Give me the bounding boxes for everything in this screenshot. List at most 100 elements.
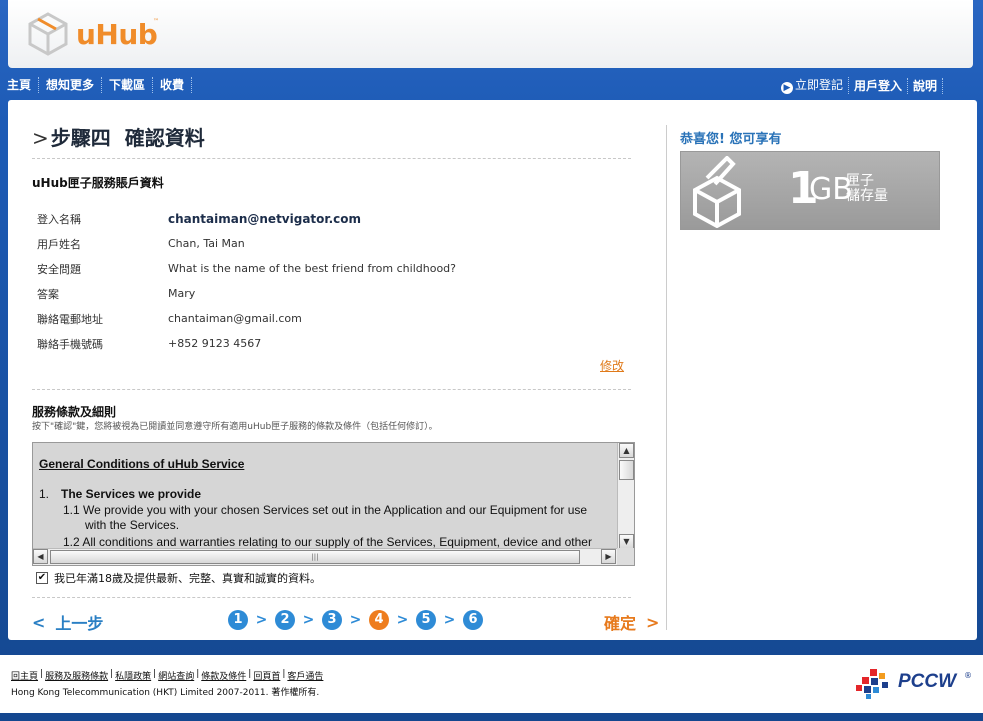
scrollbar-corner bbox=[617, 548, 634, 565]
separator: | bbox=[40, 669, 44, 679]
footer-link-enquiry[interactable]: 網站查詢 bbox=[158, 669, 194, 682]
storage-promo-banner: 1 GB 匣子 儲存量 bbox=[680, 151, 940, 230]
divider bbox=[32, 389, 631, 390]
pccw-registered-mark: ® bbox=[964, 671, 972, 680]
info-row-login: 登入名稱 chantaiman@netvigator.com bbox=[37, 206, 456, 231]
chevron-right-icon: > bbox=[646, 612, 660, 632]
terms-section-title: The Services we provide bbox=[61, 487, 202, 501]
step-2: 2 bbox=[275, 610, 295, 630]
info-row-email: 聯絡電郵地址 chantaiman@gmail.com bbox=[37, 306, 456, 331]
info-label: 聯絡手機號碼 bbox=[37, 337, 103, 351]
info-value: What is the name of the best friend from… bbox=[168, 262, 456, 275]
footer-link-privacy[interactable]: 私隱政策 bbox=[115, 669, 151, 682]
logo-trademark: ™ bbox=[153, 18, 159, 25]
top-nav: 主頁 想知更多 下載區 收費 ▶ 立即登記 用戶登入 說明 bbox=[0, 72, 983, 98]
separator: | bbox=[282, 669, 286, 679]
chevron-right-icon: > bbox=[443, 612, 456, 628]
footer-link-terms[interactable]: 條款及條件 bbox=[201, 669, 246, 682]
info-row-answer: 答案 Mary bbox=[37, 281, 456, 306]
divider bbox=[32, 158, 631, 159]
pccw-logo[interactable]: PCCW ® bbox=[856, 669, 976, 701]
age-checkbox[interactable]: ✔ bbox=[36, 572, 48, 584]
footer-link-services[interactable]: 服務及服務條款 bbox=[45, 669, 108, 682]
scroll-up-icon[interactable]: ▲ bbox=[619, 443, 634, 458]
terms-textarea[interactable]: General Conditions of uHub Service 1. The… bbox=[32, 442, 635, 566]
footer-link-home[interactable]: 回主頁 bbox=[11, 669, 38, 682]
previous-step-button[interactable]: < 上一步 bbox=[32, 610, 103, 634]
tos-heading: 服務條款及細則 bbox=[32, 405, 117, 419]
scroll-left-icon[interactable]: ◀ bbox=[33, 549, 48, 564]
step-4-current: 4 bbox=[369, 610, 389, 630]
nav-register-label: 立即登記 bbox=[794, 78, 843, 92]
footer-links: 回主頁 | 服務及服務條款 | 私隱政策 | 網站查詢 | 條款及條件 | 回頁首 | 客戶… bbox=[11, 669, 323, 682]
confirm-label: 確定 bbox=[604, 614, 637, 633]
divider bbox=[32, 597, 631, 598]
info-label: 安全問題 bbox=[37, 262, 81, 276]
nav-login[interactable]: 用戶登入 bbox=[849, 77, 908, 94]
account-section-heading: uHub匣子服務賬戶資料 bbox=[32, 176, 164, 190]
horizontal-scroll-thumb[interactable]: ||| bbox=[50, 550, 580, 564]
nav-help[interactable]: 說明 bbox=[908, 77, 943, 94]
terms-content: General Conditions of uHub Service 1. The… bbox=[33, 443, 616, 549]
previous-step-label: 上一步 bbox=[55, 614, 104, 633]
footer-link-notice[interactable]: 客戶通告 bbox=[287, 669, 323, 682]
promo-line-1: 匣子 bbox=[846, 173, 874, 189]
scroll-right-icon[interactable]: ▶ bbox=[601, 549, 616, 564]
terms-section-heading: 1. The Services we provide bbox=[39, 487, 610, 501]
separator: | bbox=[110, 669, 114, 679]
nav-downloads[interactable]: 下載區 bbox=[102, 77, 154, 93]
chevron-right-icon: > bbox=[302, 612, 315, 628]
step-1: 1 bbox=[228, 610, 248, 630]
info-label: 答案 bbox=[37, 287, 59, 301]
chevron-left-icon: < bbox=[32, 612, 46, 632]
separator: | bbox=[153, 669, 157, 679]
account-menu: ▶ 立即登記 用戶登入 說明 bbox=[776, 77, 943, 94]
nav-pricing[interactable]: 收費 bbox=[153, 77, 193, 93]
nav-home[interactable]: 主頁 bbox=[7, 77, 40, 93]
nav-learn-more[interactable]: 想知更多 bbox=[39, 77, 103, 93]
horizontal-scrollbar[interactable]: ◀ ||| ▶ bbox=[33, 548, 618, 565]
info-value: chantaiman@gmail.com bbox=[168, 312, 302, 325]
site-header: uHub ™ bbox=[8, 0, 973, 68]
info-value: Mary bbox=[168, 287, 196, 300]
footer-link-top[interactable]: 回頁首 bbox=[253, 669, 280, 682]
step-5: 5 bbox=[416, 610, 436, 630]
info-value: Chan, Tai Man bbox=[168, 237, 245, 250]
step-3: 3 bbox=[322, 610, 342, 630]
main-panel: > 步驟四 確認資料 uHub匣子服務賬戶資料 登入名稱 chantaiman@n… bbox=[8, 100, 977, 640]
arrow-right-circle-icon: ▶ bbox=[780, 82, 793, 94]
edit-link[interactable]: 修改 bbox=[600, 357, 624, 374]
info-value: +852 9123 4567 bbox=[168, 337, 262, 350]
page-title-text: 步驟四 確認資料 bbox=[50, 126, 205, 150]
cube-logo-icon bbox=[28, 12, 68, 56]
info-label: 登入名稱 bbox=[37, 212, 81, 226]
nav-register[interactable]: ▶ 立即登記 bbox=[776, 77, 849, 94]
age-agreement-label: 我已年滿18歲及提供最新、完整、真實和誠實的資料。 bbox=[54, 572, 321, 585]
step-indicator: 1 > 2 > 3 > 4 > 5 > 6 bbox=[228, 610, 483, 630]
info-row-name: 用戶姓名 Chan, Tai Man bbox=[37, 231, 456, 256]
info-label: 聯絡電郵地址 bbox=[37, 312, 103, 326]
chevron-right-icon: > bbox=[349, 612, 362, 628]
vertical-scroll-thumb[interactable] bbox=[619, 460, 634, 480]
age-agreement[interactable]: ✔ 我已年滿18歲及提供最新、完整、真實和誠實的資料。 bbox=[36, 570, 321, 586]
separator: | bbox=[248, 669, 252, 679]
promo-line-2: 儲存量 bbox=[846, 188, 888, 204]
confirm-button[interactable]: 確定 > bbox=[604, 610, 659, 634]
scroll-down-icon[interactable]: ▼ bbox=[619, 534, 634, 549]
chevron-right-icon: > bbox=[32, 126, 49, 150]
copyright: Hong Kong Telecommunication (HKT) Limite… bbox=[11, 688, 320, 698]
page-title: > 步驟四 確認資料 bbox=[32, 122, 205, 151]
chevron-right-icon: > bbox=[255, 612, 268, 628]
pccw-wordmark: PCCW bbox=[898, 671, 957, 692]
uhub-logo[interactable]: uHub ™ bbox=[28, 10, 168, 60]
column-divider bbox=[666, 125, 667, 630]
separator: | bbox=[196, 669, 200, 679]
site-footer: 回主頁 | 服務及服務條款 | 私隱政策 | 網站查詢 | 條款及條件 | 回頁首 | 客戶… bbox=[0, 655, 983, 713]
tos-instructions: 按下"確認"鍵，您將被視為已閱讀並同意遵守所有適用uHub匣子服務的條款及條件（… bbox=[32, 422, 438, 432]
promo-title: 恭喜您! 您可享有 bbox=[680, 132, 782, 147]
main-menu: 主頁 想知更多 下載區 收費 bbox=[7, 77, 193, 93]
info-row-mobile: 聯絡手機號碼 +852 9123 4567 bbox=[37, 331, 456, 356]
terms-section-number: 1. bbox=[39, 487, 50, 501]
terms-title: General Conditions of uHub Service bbox=[39, 457, 245, 471]
vertical-scrollbar[interactable]: ▲ ▼ bbox=[617, 443, 634, 549]
